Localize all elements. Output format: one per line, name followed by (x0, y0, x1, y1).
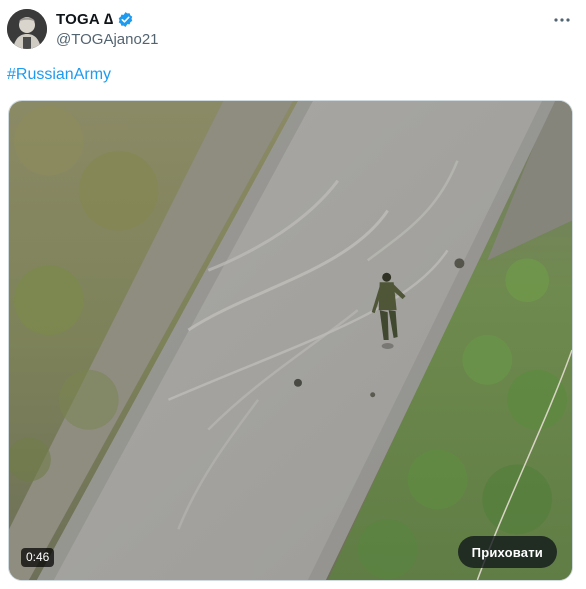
video-frame (9, 101, 572, 580)
tweet-card: TOGA ∆ @TOGAjano21 #RussianArmy 0:46 При… (0, 0, 586, 589)
author-name-symbol: ∆ (103, 10, 114, 28)
video-duration-badge: 0:46 (21, 548, 55, 567)
video-player[interactable]: 0:46 Приховати (8, 100, 573, 581)
hide-button[interactable]: Приховати (457, 536, 557, 568)
hashtag-link[interactable]: #RussianArmy (7, 66, 111, 84)
author-handle[interactable]: @TOGAjano21 (56, 31, 159, 48)
author-name-row[interactable]: TOGA ∆ (56, 10, 134, 28)
more-options-button[interactable] (552, 10, 572, 30)
avatar-image (7, 9, 47, 49)
more-horizontal-icon (554, 18, 570, 22)
verified-badge-icon (117, 11, 134, 28)
author-display-name[interactable]: TOGA (56, 11, 100, 28)
author-avatar[interactable] (7, 9, 47, 49)
